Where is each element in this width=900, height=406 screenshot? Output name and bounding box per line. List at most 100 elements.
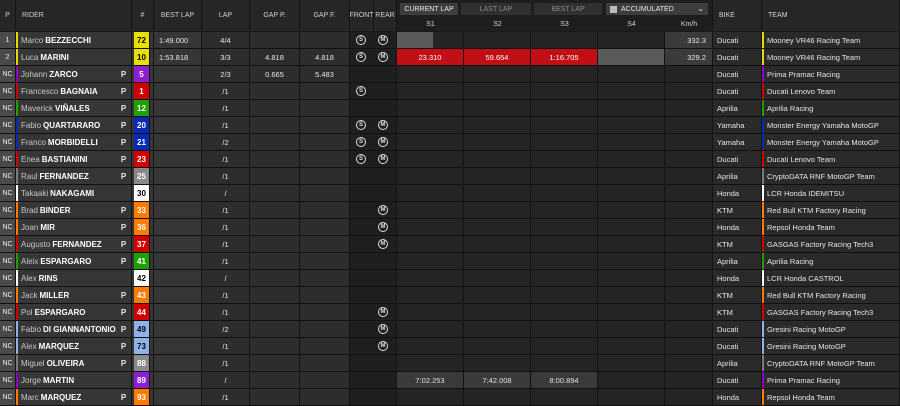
- sector3-cell: [531, 253, 598, 269]
- rider-first-name: Pol: [21, 307, 33, 317]
- pit-indicator: P: [116, 321, 132, 337]
- pit-indicator: P: [116, 355, 132, 371]
- rider-number-badge: 23: [134, 151, 150, 167]
- best-lap-cell: [154, 168, 202, 184]
- best-lap-cell: [154, 304, 202, 320]
- gap-first-cell: [300, 32, 350, 48]
- pit-indicator: P: [116, 253, 132, 269]
- team-name: Red Bull KTM Factory Racing: [767, 205, 866, 215]
- sector4-cell: [598, 168, 665, 184]
- team-color-accent: [762, 372, 764, 388]
- rider-row[interactable]: NC Alex RINS 42 / Honda LCR Honda CASTRO…: [0, 270, 900, 287]
- sector1-cell: [397, 151, 464, 167]
- rider-first-name: Fabio: [21, 324, 42, 334]
- rider-row[interactable]: NC Jorge MARTIN 89 / 7:02.253 7:42.008 8…: [0, 372, 900, 389]
- rider-row[interactable]: NC Raul FERNANDEZ P 25 /1 Aprilia Crypto…: [0, 168, 900, 185]
- team-color-accent: [762, 151, 764, 167]
- position-cell: 2: [0, 49, 16, 65]
- rider-row[interactable]: NC Johann ZARCO P 5 2/3 0.665 5.483 Duca…: [0, 66, 900, 83]
- position-cell: NC: [0, 355, 16, 371]
- best-lap-cell: [154, 372, 202, 388]
- rider-row[interactable]: NC Brad BINDER P 33 /1 M KTM Red Bull KT…: [0, 202, 900, 219]
- mode-dropdown[interactable]: ACCUMULATED ⌄: [606, 3, 708, 15]
- tyre-cell: SM: [350, 134, 397, 150]
- gap-first-cell: [300, 202, 350, 218]
- rider-row[interactable]: 2 Luca MARINI 10 1:53.818 3/3 4.818 4.81…: [0, 49, 900, 66]
- rider-row[interactable]: NC Augusto FERNANDEZ P 37 /1 M KTM GASGA…: [0, 236, 900, 253]
- gap-first-cell: [300, 83, 350, 99]
- sector1-cell: [397, 219, 464, 235]
- current-lap-tab[interactable]: CURRENT LAP: [400, 3, 458, 15]
- chevron-down-icon: ⌄: [697, 4, 704, 13]
- last-lap-tab[interactable]: LAST LAP: [461, 3, 531, 15]
- bike-cell: Aprilia: [713, 100, 762, 116]
- gap-prev-cell: [250, 304, 300, 320]
- position-cell: NC: [0, 236, 16, 252]
- rear-tyre-icon: M: [378, 222, 388, 232]
- lap-cell: /1: [202, 338, 250, 354]
- rider-row[interactable]: 1 Marco BEZZECCHI 72 1:49.000 4/4 SM 332…: [0, 32, 900, 49]
- rider-row[interactable]: NC Francesco BAGNAIA P 1 /1 S Ducati Duc…: [0, 83, 900, 100]
- team-cell: Prima Pramac Racing: [762, 372, 900, 388]
- pit-indicator: [116, 270, 132, 286]
- rider-row[interactable]: NC Marc MARQUEZ P 93 /1 Honda Repsol Hon…: [0, 389, 900, 406]
- position-cell: NC: [0, 389, 16, 405]
- team-name: Gresini Racing MotoGP: [767, 341, 846, 351]
- rear-tyre-icon: M: [378, 324, 388, 334]
- team-name: Prima Pramac Racing: [767, 69, 840, 79]
- speed-cell: [665, 83, 713, 99]
- team-name: Red Bull KTM Factory Racing: [767, 290, 866, 300]
- lap-cell: /1: [202, 83, 250, 99]
- s1-label: S1: [426, 20, 435, 28]
- rider-row[interactable]: NC Takaaki NAKAGAMI 30 / Honda LCR Honda…: [0, 185, 900, 202]
- gap-prev-cell: [250, 32, 300, 48]
- mode-dropdown-value: ACCUMULATED: [621, 5, 674, 13]
- position-cell: NC: [0, 304, 16, 320]
- gap-first-cell: [300, 253, 350, 269]
- rider-row[interactable]: NC Maverick VIÑALES P 12 /1 Aprilia Apri…: [0, 100, 900, 117]
- lap-cell: /1: [202, 355, 250, 371]
- team-name: Monster Energy Yamaha MotoGP: [767, 120, 879, 130]
- tyre-cell: [350, 389, 397, 405]
- rider-row[interactable]: NC Jack MILLER P 43 /1 KTM Red Bull KTM …: [0, 287, 900, 304]
- speed-cell: [665, 287, 713, 303]
- position-cell: NC: [0, 168, 16, 184]
- rider-row[interactable]: NC Enea BASTIANINI P 23 /1 SM Ducati Duc…: [0, 151, 900, 168]
- bike-cell: Honda: [713, 389, 762, 405]
- gap-prev-cell: [250, 253, 300, 269]
- pit-indicator: [116, 49, 132, 65]
- team-color-accent: [762, 100, 764, 116]
- lap-cell: /1: [202, 253, 250, 269]
- sector3-cell: [531, 321, 598, 337]
- lap-cell: /1: [202, 151, 250, 167]
- rider-first-name: Maverick: [21, 103, 54, 113]
- lap-cell: /1: [202, 202, 250, 218]
- rider-row[interactable]: NC Pol ESPARGARO P 44 /1 M KTM GASGAS Fa…: [0, 304, 900, 321]
- rider-color-accent: [16, 185, 18, 201]
- sector2-cell: [464, 270, 531, 286]
- rider-row[interactable]: NC Alex MARQUEZ P 73 /1 M Ducati Gresini…: [0, 338, 900, 355]
- rider-row[interactable]: NC Fabio QUARTARARO P 20 /1 SM Yamaha Mo…: [0, 117, 900, 134]
- rider-row[interactable]: NC Miguel OLIVEIRA P 88 /1 Aprilia Crypt…: [0, 355, 900, 372]
- best-lap-cell: [154, 287, 202, 303]
- sector3-cell: [531, 338, 598, 354]
- gap-first-cell: [300, 304, 350, 320]
- position-cell: NC: [0, 219, 16, 235]
- rider-number-badge: 36: [134, 219, 150, 235]
- rider-row[interactable]: NC Aleix ESPARGARO P 41 /1 Aprilia April…: [0, 253, 900, 270]
- rider-name-cell: Franco MORBIDELLI: [16, 134, 132, 150]
- rider-row[interactable]: NC Franco MORBIDELLI P 21 /2 SM Yamaha M…: [0, 134, 900, 151]
- bike-cell: Honda: [713, 185, 762, 201]
- s2-label: S2: [493, 20, 502, 28]
- tyre-cell: [350, 66, 397, 82]
- rider-row[interactable]: NC Joan MIR P 36 /1 M Honda Repsol Honda…: [0, 219, 900, 236]
- best-lap-tab[interactable]: BEST LAP: [534, 3, 602, 15]
- team-color-accent: [762, 389, 764, 405]
- rider-color-accent: [16, 253, 18, 269]
- gap-prev-cell: [250, 202, 300, 218]
- tyre-cell: SM: [350, 32, 397, 48]
- sector2-cell: [464, 355, 531, 371]
- rider-first-name: Franco: [21, 137, 46, 147]
- gap-first-cell: [300, 372, 350, 388]
- rider-row[interactable]: NC Fabio DI GIANNANTONIO P 49 /2 M Ducat…: [0, 321, 900, 338]
